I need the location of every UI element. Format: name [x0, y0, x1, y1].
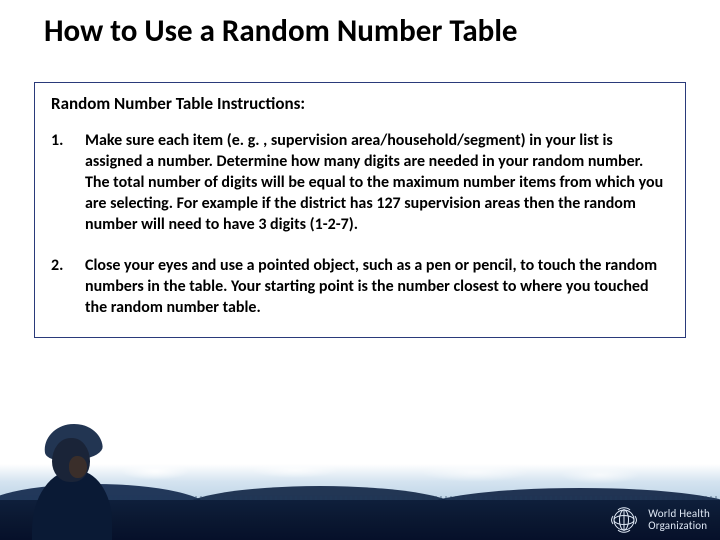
sky-gradient [0, 464, 720, 508]
cloud-icon [120, 462, 190, 480]
item-text: Close your eyes and use a pointed object… [85, 255, 669, 318]
who-line1: World Health [648, 507, 710, 520]
item-number: 1. [51, 130, 85, 236]
who-text: World Health Organization [648, 508, 710, 532]
hill-shape [0, 484, 210, 510]
ground-band [0, 500, 720, 540]
figure-face [69, 456, 87, 478]
instructions-box: Random Number Table Instructions: 1. Mak… [34, 82, 686, 338]
hill-shape [180, 486, 460, 510]
figure-body [32, 470, 112, 540]
who-line2: Organization [648, 519, 707, 532]
slide: How to Use a Random Number Table Random … [0, 0, 720, 540]
hill-shape [420, 488, 720, 510]
who-logo-icon [608, 504, 640, 536]
cloud-icon [560, 466, 640, 484]
instructions-heading: Random Number Table Instructions: [51, 93, 669, 114]
who-credit: World Health Organization [608, 504, 710, 536]
item-text: Make sure each item (e. g. , supervision… [85, 130, 669, 236]
list-item: 1. Make sure each item (e. g. , supervis… [51, 130, 669, 236]
item-number: 2. [51, 255, 85, 318]
instructions-list: 1. Make sure each item (e. g. , supervis… [51, 130, 669, 319]
figure-headwrap [42, 421, 103, 463]
figure-head [52, 438, 90, 482]
page-title: How to Use a Random Number Table [0, 0, 720, 60]
person-silhouette [22, 420, 122, 540]
cloud-icon [250, 462, 340, 478]
cloud-icon [420, 462, 530, 482]
footer-illustration: World Health Organization [0, 436, 720, 540]
grass-line [0, 496, 720, 504]
list-item: 2. Close your eyes and use a pointed obj… [51, 255, 669, 318]
